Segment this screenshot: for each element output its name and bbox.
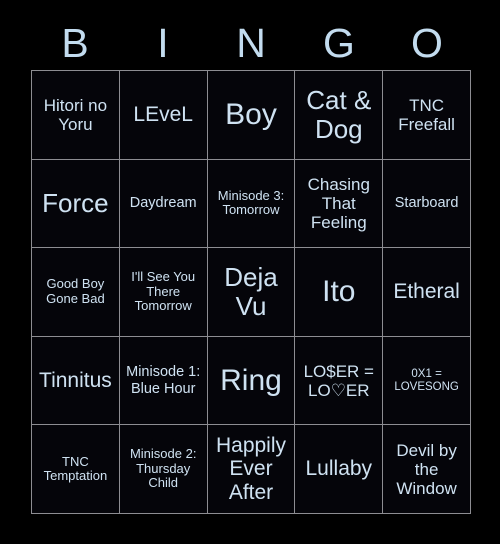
bingo-cell-label: TNC Temptation: [43, 453, 108, 484]
bingo-cell-label: Minisode 3: Tomorrow: [217, 187, 285, 218]
bingo-cell-label: Deja Vu: [224, 261, 278, 321]
bingo-cell-label: Good Boy Gone Bad: [46, 276, 105, 306]
bingo-cell-label: Boy: [225, 98, 277, 131]
bingo-cell[interactable]: Good Boy Gone Bad: [32, 248, 119, 336]
bingo-cell[interactable]: I'll See You There Tomorrow: [119, 248, 207, 336]
bingo-cell-label: Tinnitus: [39, 368, 112, 392]
bingo-cell-label: Chasing That Feeling: [307, 174, 370, 232]
bingo-cell[interactable]: Cat & Dog: [295, 71, 383, 159]
bingo-cell[interactable]: Etheral: [383, 248, 470, 336]
bingo-cell-label: Force: [42, 187, 109, 218]
bingo-card: B I N G O Hitori no Yoru LEveL Boy Cat &…: [0, 0, 500, 544]
header-letter-b: B: [61, 19, 89, 66]
bingo-cell-label: 0X1 = LOVESONG: [394, 367, 459, 393]
bingo-cell[interactable]: Tinnitus: [32, 336, 119, 425]
bingo-cell[interactable]: Chasing That Feeling: [295, 159, 383, 248]
bingo-cell[interactable]: Minisode 1: Blue Hour: [119, 336, 207, 425]
bingo-cell-label: Ring: [220, 363, 282, 397]
bingo-header-row: B I N G O: [31, 16, 471, 70]
bingo-cell[interactable]: LO$ER = LO♡ER: [295, 336, 383, 425]
bingo-cell-label: I'll See You There Tomorrow: [131, 269, 196, 314]
bingo-cell[interactable]: Starboard: [383, 159, 470, 248]
bingo-cell[interactable]: TNC Freefall: [383, 71, 470, 159]
bingo-cell[interactable]: Force: [32, 159, 119, 248]
bingo-cell-label: LEveL: [133, 103, 193, 127]
bingo-cell-label: Cat & Dog: [306, 84, 372, 144]
bingo-cell-label: Hitori no Yoru: [43, 95, 108, 134]
bingo-cell-label: Happily Ever After: [215, 433, 287, 504]
bingo-cell[interactable]: TNC Temptation: [32, 425, 119, 513]
bingo-cell[interactable]: Devil by the Window: [383, 425, 470, 513]
bingo-cell[interactable]: Daydream: [119, 159, 207, 248]
bingo-cell-label: Minisode 1: Blue Hour: [126, 364, 201, 397]
header-letter-n: N: [236, 19, 266, 66]
bingo-cell-label: TNC Freefall: [398, 95, 455, 134]
header-letter-o: O: [411, 19, 443, 66]
bingo-cell[interactable]: Lullaby: [295, 425, 383, 513]
bingo-cell[interactable]: Hitori no Yoru: [32, 71, 119, 159]
bingo-cell[interactable]: LEveL: [119, 71, 207, 159]
bingo-cell[interactable]: Ring: [207, 336, 295, 425]
bingo-cell-label: Starboard: [394, 195, 459, 212]
bingo-cell-label: Ito: [322, 275, 356, 309]
bingo-cell-label: Etheral: [393, 280, 460, 304]
bingo-cell-label: Lullaby: [305, 457, 373, 481]
bingo-cell[interactable]: Boy: [207, 71, 295, 159]
bingo-cell-label: Devil by the Window: [396, 440, 457, 498]
header-letter-i: I: [157, 19, 169, 66]
bingo-cell-label: Daydream: [129, 195, 197, 212]
bingo-grid: Hitori no Yoru LEveL Boy Cat & Dog TNC F…: [31, 70, 471, 514]
bingo-cell-label: Minisode 2: Thursday Child: [129, 446, 197, 491]
bingo-cell[interactable]: Minisode 3: Tomorrow: [207, 159, 295, 248]
header-letter-g: G: [323, 19, 355, 66]
bingo-cell[interactable]: 0X1 = LOVESONG: [383, 336, 470, 425]
bingo-cell[interactable]: Minisode 2: Thursday Child: [119, 425, 207, 513]
bingo-cell-label: LO$ER = LO♡ER: [303, 361, 374, 400]
bingo-cell[interactable]: Deja Vu: [207, 248, 295, 336]
bingo-cell[interactable]: Ito: [295, 248, 383, 336]
bingo-cell[interactable]: Happily Ever After: [207, 425, 295, 513]
